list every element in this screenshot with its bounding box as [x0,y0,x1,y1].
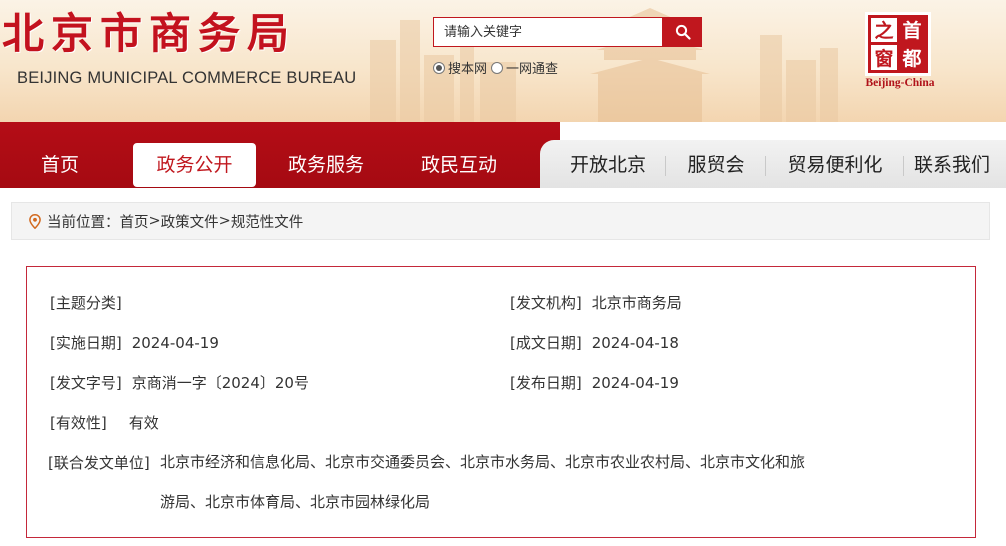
location-pin-icon [29,213,41,229]
scope-label-all[interactable]: 一网通查 [506,58,558,77]
meta-joint-units-label: [联合发文单位] [48,454,150,472]
search-input[interactable] [433,17,663,47]
meta-validity-value: 有效 [128,414,159,432]
nav-ciftis[interactable]: 服贸会 [676,143,756,187]
nav-trade-facilitation[interactable]: 贸易便利化 [776,143,894,187]
meta-joint-units-value: 北京市经济和信息化局、北京市交通委员会、北京市水务局、北京市农业农村局、北京市文… [160,442,860,522]
meta-effective-date: [实施日期] 2024-04-19 [50,332,219,353]
nav-contact-us[interactable]: 联系我们 [914,143,1006,187]
meta-written-date-label: [成文日期] [510,334,582,352]
nav-divider [903,156,904,176]
meta-effective-date-value: 2024-04-19 [131,334,219,352]
logo-caption: Beijing-China [865,77,935,89]
logo-char-1: 之 [874,19,893,42]
meta-effective-date-label: [实施日期] [50,334,122,352]
meta-issuer-label: [发文机构] [510,294,582,312]
meta-publish-date-label: [发布日期] [510,374,582,392]
site-subtitle: BEIJING MUNICIPAL COMMERCE BUREAU [17,69,357,87]
joint-units-line-2: 游局、北京市体育局、北京市园林绿化局 [160,493,431,511]
breadcrumb-normative-documents[interactable]: 规范性文件 [231,211,304,232]
meta-doc-number: [发文字号] 京商消一字〔2024〕20号 [50,372,309,393]
scope-label-site[interactable]: 搜本网 [448,58,487,77]
meta-written-date: [成文日期] 2024-04-18 [510,332,679,353]
nav-government-affairs[interactable]: 政务公开 [133,143,256,187]
nav-public-interaction[interactable]: 政民互动 [409,143,509,187]
search-scope-group: 搜本网 一网通查 [433,58,562,77]
logo-char-4: 都 [901,48,921,70]
breadcrumb: 当前位置： 首页 > 政策文件 > 规范性文件 [11,202,990,240]
meta-validity: [有效性] 有效 [50,412,159,433]
breadcrumb-separator: > [148,213,161,229]
nav-divider [765,156,766,176]
breadcrumb-prefix: 当前位置： [47,214,120,231]
capital-window-logo[interactable]: 之 首 窗 都 [865,12,931,76]
joint-units-line-1: 北京市经济和信息化局、北京市交通委员会、北京市水务局、北京市农业农村局、北京市文… [160,453,806,471]
meta-written-date-value: 2024-04-18 [591,334,679,352]
logo-char-3: 窗 [874,47,893,70]
breadcrumb-home[interactable]: 首页 [120,211,149,232]
scope-radio-site[interactable] [433,61,445,74]
search-icon [675,24,691,40]
meta-publish-date-value: 2024-04-19 [591,374,679,392]
meta-publish-date: [发布日期] 2024-04-19 [510,372,679,393]
nav-government-services[interactable]: 政务服务 [276,143,376,187]
meta-validity-label: [有效性] [50,414,107,432]
breadcrumb-policy-documents[interactable]: 政策文件 [161,211,219,232]
scope-radio-all[interactable] [491,61,504,74]
nav-open-beijing[interactable]: 开放北京 [560,143,656,187]
site-title: 北京市商务局 [2,9,297,58]
breadcrumb-separator: > [218,213,231,229]
meta-doc-number-value: 京商消一字〔2024〕20号 [131,374,309,392]
site-header: 北京市商务局 BEIJING MUNICIPAL COMMERCE BUREAU… [0,0,1006,122]
logo-char-2: 首 [902,19,921,42]
search-button[interactable] [663,17,702,47]
document-meta-box: [主题分类] [发文机构] 北京市商务局 [实施日期] 2024-04-19 [成文… [26,266,976,538]
meta-topic-label: [主题分类] [50,294,122,312]
nav-divider [665,156,666,176]
meta-topic: [主题分类] [50,292,132,313]
meta-doc-number-label: [发文字号] [50,374,122,392]
nav-home[interactable]: 首页 [20,143,100,187]
meta-issuer-value: 北京市商务局 [591,294,682,312]
meta-issuer: [发文机构] 北京市商务局 [510,292,682,313]
